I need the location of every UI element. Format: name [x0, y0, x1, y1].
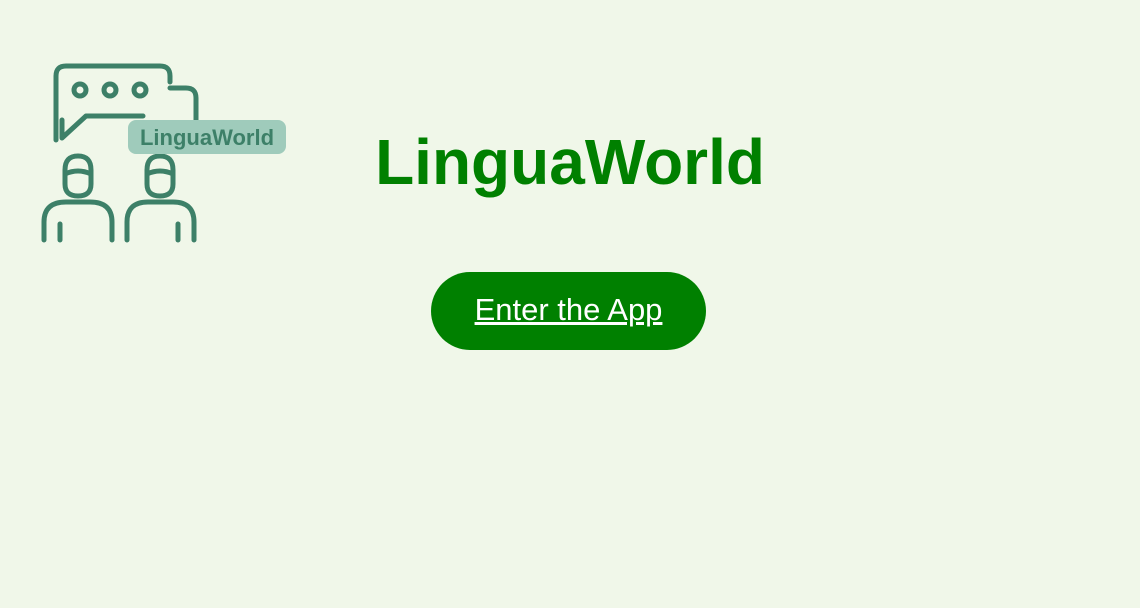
page-title: LinguaWorld: [0, 126, 1140, 198]
enter-app-button[interactable]: Enter the App: [431, 272, 706, 350]
landing-page: LinguaWorld LinguaWorld Enter the App: [0, 0, 1140, 608]
page-title-text: LinguaWorld: [375, 126, 765, 198]
